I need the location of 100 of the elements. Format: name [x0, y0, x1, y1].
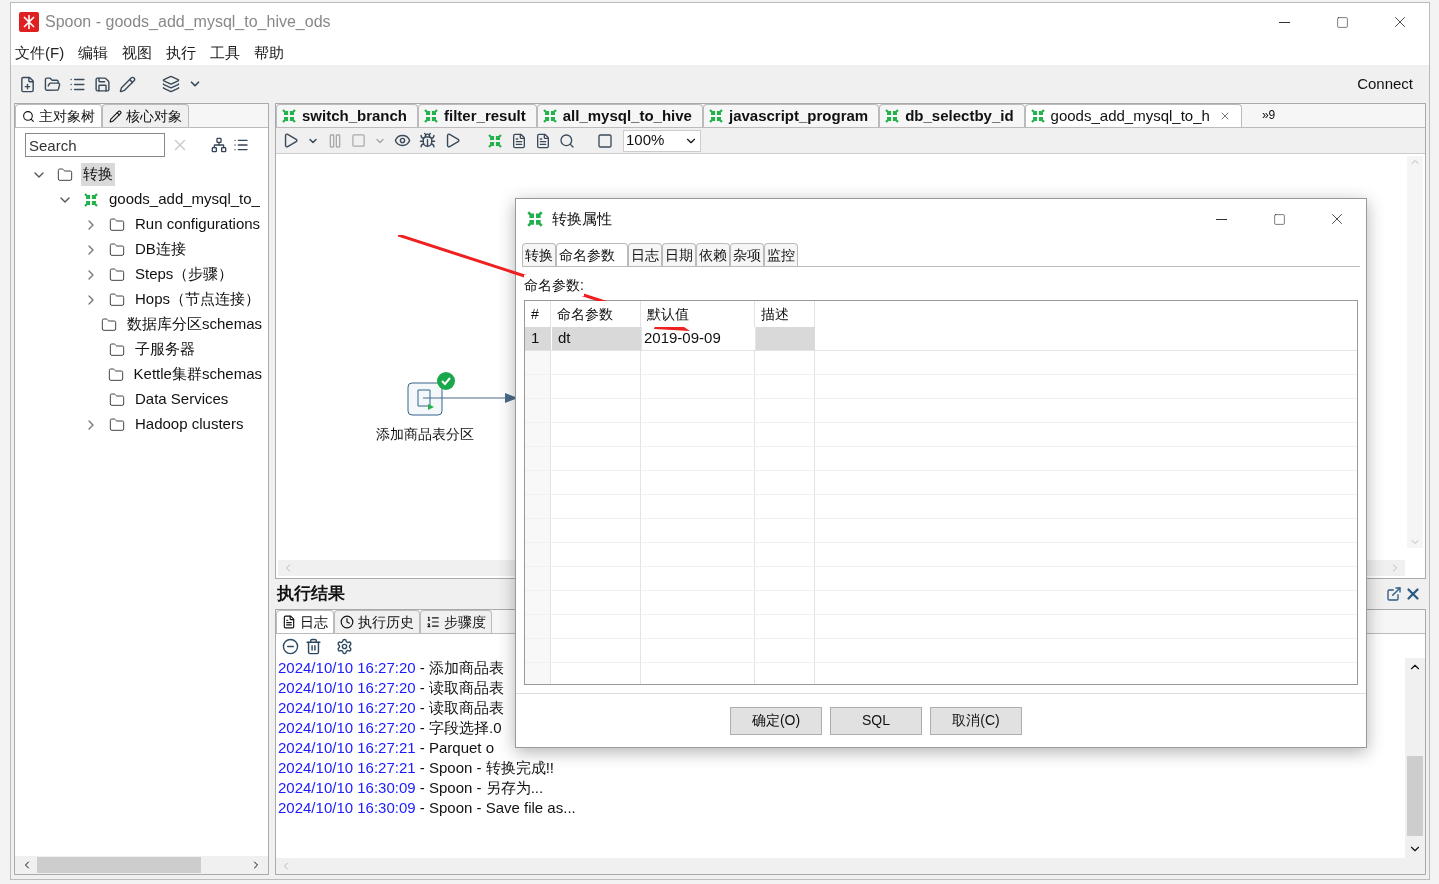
tree-item[interactable]: goods_add_mysql_to_ — [107, 188, 262, 211]
results-tab[interactable]: 执行历史 — [334, 610, 420, 633]
tree-item[interactable]: Run configurations — [133, 213, 263, 236]
row-number: 1 — [525, 327, 551, 350]
dialog-tab[interactable]: 监控 — [764, 243, 798, 266]
popout-icon[interactable] — [1386, 586, 1402, 602]
folder-icon — [109, 291, 125, 308]
save-icon[interactable] — [94, 75, 111, 93]
folder-icon — [109, 341, 125, 358]
transform-icon — [83, 191, 99, 208]
transform-icon — [541, 108, 558, 124]
log-message: - 字段选择.0 — [418, 717, 502, 738]
sql-script-icon[interactable] — [407, 382, 443, 416]
dialog-tab[interactable]: 日志 — [628, 243, 662, 266]
horizontal-scrollbar[interactable] — [276, 858, 1425, 874]
transform-icon — [526, 210, 544, 228]
search-icon — [22, 109, 35, 123]
menu-item[interactable]: 编辑 — [78, 41, 109, 65]
preview-icon[interactable] — [394, 132, 411, 149]
minimize-icon — [1215, 218, 1227, 220]
log-time: 2024/10/10 16:27:21 — [278, 757, 416, 778]
log-message: - Spoon - 转换完成!! — [418, 757, 554, 778]
column-header[interactable]: 默认值 — [641, 301, 755, 327]
menu-item[interactable]: 执行 — [166, 41, 197, 65]
editor-tab[interactable]: filter_result — [418, 104, 537, 127]
folder-icon — [109, 216, 125, 233]
log-time: 2024/10/10 16:27:20 — [278, 697, 416, 718]
layout-icon[interactable] — [597, 132, 613, 149]
panel-tab[interactable]: 核心对象 — [102, 104, 189, 127]
search-field[interactable]: Search — [25, 133, 165, 157]
tree-view-icon[interactable] — [211, 137, 227, 153]
layers-icon[interactable] — [162, 75, 180, 93]
success-check-icon — [437, 372, 455, 390]
maximize-icon — [1272, 212, 1286, 226]
tree-item[interactable]: 转换 — [81, 163, 115, 186]
editor-tab[interactable]: switch_branch — [276, 104, 419, 127]
log-message: - 添加商品表 — [418, 657, 504, 678]
zoom-dropdown[interactable]: 100% — [623, 129, 701, 152]
menu-item[interactable]: 帮助 — [254, 41, 285, 65]
editor-tab[interactable]: goods_add_mysql_to_h — [1024, 104, 1242, 127]
editor-tab[interactable]: javascript_program — [702, 104, 880, 127]
tree-item[interactable]: DB连接 — [133, 238, 188, 261]
editor-tab[interactable]: db_selectby_id — [879, 104, 1025, 127]
menu-item[interactable]: 文件(F) — [15, 41, 65, 65]
tree-item[interactable]: Data Services — [133, 388, 231, 411]
folder-icon — [109, 266, 125, 283]
dialog-tab[interactable]: 命名参数 — [556, 243, 628, 266]
dialog-tab[interactable]: 杂项 — [730, 243, 764, 266]
horizontal-scrollbar[interactable] — [15, 856, 268, 874]
open-folder-icon[interactable] — [44, 75, 61, 93]
results-tab[interactable]: 步骤度 — [420, 610, 492, 633]
dialog-title: 转换属性 — [552, 208, 612, 229]
tree-item[interactable]: 数据库分区schemas — [124, 313, 264, 336]
log-time: 2024/10/10 16:27:21 — [278, 737, 416, 758]
stop-log-icon[interactable] — [282, 637, 299, 655]
menu-item[interactable]: 视图 — [122, 41, 153, 65]
dialog-button[interactable]: SQL — [830, 706, 922, 735]
log-time: 2024/10/10 16:27:20 — [278, 657, 416, 678]
numbered-list-icon — [426, 615, 440, 629]
settings-icon[interactable] — [336, 637, 353, 655]
dialog-tab[interactable]: 依赖 — [696, 243, 730, 266]
tree-item[interactable]: Kettle集群schemas — [131, 363, 264, 386]
close-icon[interactable] — [1404, 585, 1422, 603]
app-logo-icon — [19, 12, 39, 32]
log-message: - Parquet o — [418, 737, 495, 758]
trash-icon[interactable] — [305, 637, 322, 655]
menu-item[interactable]: 工具 — [210, 41, 241, 65]
document-icon — [282, 615, 296, 629]
dialog-button[interactable]: 确定(O) — [730, 706, 822, 735]
results-tab[interactable]: 日志 — [276, 610, 334, 633]
step-label: 添加商品表分区 — [376, 425, 474, 444]
folder-icon — [107, 366, 124, 383]
transform-icon — [1029, 108, 1046, 124]
folder-icon — [109, 241, 125, 258]
editor-tab[interactable]: all_mysql_to_hive — [536, 104, 703, 127]
results-title: 执行结果 — [277, 583, 345, 606]
save-as-icon[interactable] — [119, 75, 136, 93]
list-view-icon[interactable] — [233, 137, 249, 153]
run-icon[interactable] — [282, 132, 299, 149]
log-message: - 读取商品表 — [418, 697, 504, 718]
minimize-icon — [1278, 21, 1290, 23]
new-file-icon[interactable] — [19, 75, 36, 93]
tree-item[interactable]: Steps（步骤） — [133, 263, 236, 286]
debug-icon[interactable] — [419, 132, 436, 149]
more-tabs-button[interactable]: »9 — [1261, 106, 1276, 124]
connect-link[interactable]: Connect — [1357, 72, 1413, 96]
dialog-button[interactable]: 取消(C) — [930, 706, 1022, 735]
tree-item[interactable]: Hadoop clusters — [133, 413, 246, 436]
pencil-icon — [109, 109, 122, 123]
transform-icon — [707, 108, 724, 124]
dialog-tab[interactable]: 转换 — [522, 243, 556, 266]
vertical-scrollbar[interactable] — [1405, 658, 1425, 858]
transform-icon — [423, 108, 440, 124]
window-title: Spoon - goods_add_mysql_to_hive_ods — [45, 12, 331, 32]
dialog-tab[interactable]: 日期 — [662, 243, 696, 266]
transform-icon — [884, 108, 901, 124]
tree-item[interactable]: 子服务器 — [133, 338, 197, 361]
tree-item[interactable]: Hops（节点连接） — [133, 288, 263, 311]
panel-tab[interactable]: 主对象树 — [15, 104, 102, 127]
transform-icon — [281, 108, 297, 124]
